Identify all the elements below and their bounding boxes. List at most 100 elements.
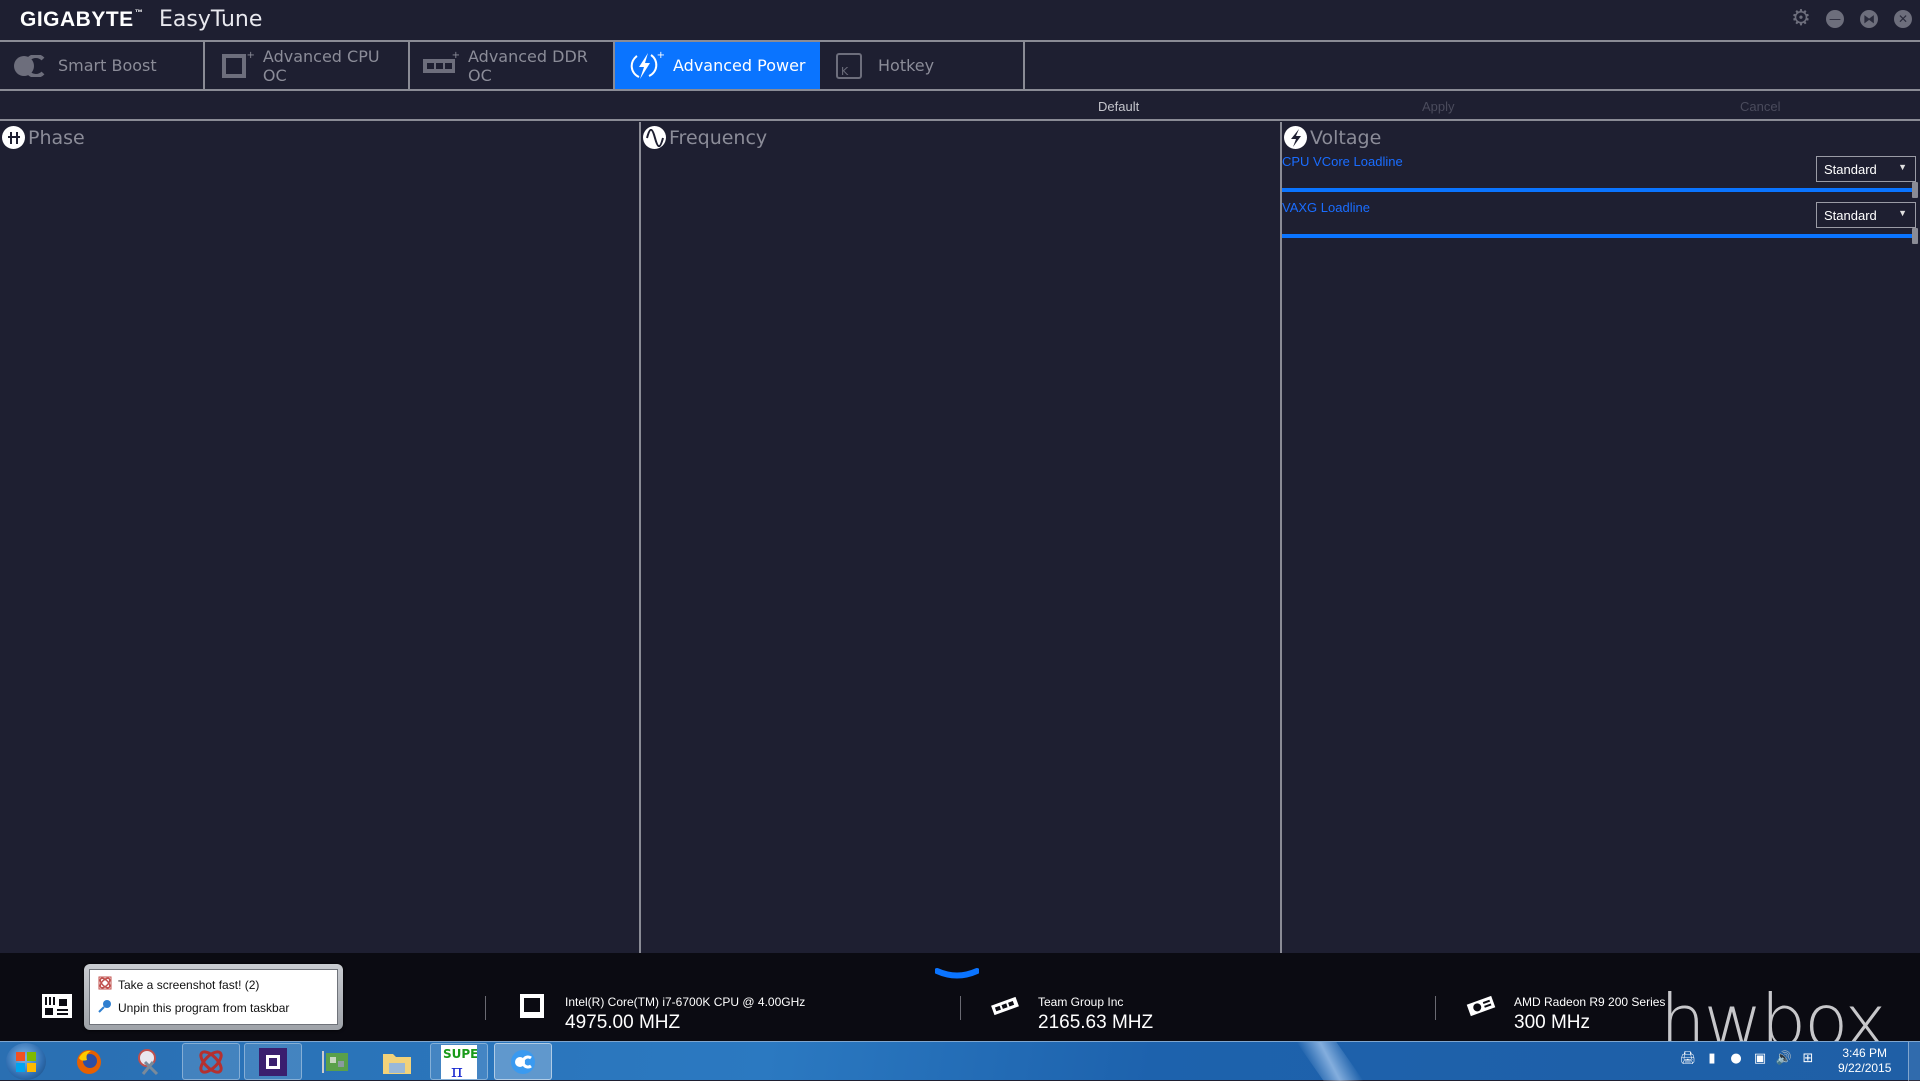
- cpu-z-icon: [259, 1047, 287, 1076]
- smart-boost-icon: [12, 52, 46, 80]
- jumplist-item-label: Take a screenshot fast! (2): [118, 977, 260, 992]
- jumplist-body: Take a screenshot fast! (2) Unpin this p…: [89, 969, 338, 1025]
- dropdown-value: Standard: [1824, 208, 1877, 223]
- minimize-icon: —: [1829, 12, 1841, 26]
- separator: [1435, 996, 1436, 1020]
- network-icon[interactable]: ▣: [1752, 1050, 1768, 1066]
- frequency-panel: Frequency: [641, 122, 1280, 953]
- windows-logo-icon: [16, 1051, 36, 1072]
- volume-icon[interactable]: 🔊: [1776, 1050, 1792, 1066]
- window-controls: ⚙ — ⧓ ✕: [1791, 6, 1912, 31]
- cpu-icon: +: [217, 50, 255, 80]
- close-icon: ✕: [1897, 12, 1909, 26]
- motherboard-icon: [42, 993, 72, 1019]
- gear-icon: ⚙: [1791, 6, 1811, 31]
- phase-title: Phase: [28, 126, 85, 149]
- taskbar-jumplist: Take a screenshot fast! (2) Unpin this p…: [84, 964, 343, 1030]
- memory-vendor: Team Group Inc: [1038, 995, 1124, 1009]
- slider-thumb[interactable]: [1912, 182, 1918, 198]
- tab-smart-boost[interactable]: Smart Boost: [0, 42, 205, 89]
- taskbar-gpu-tool[interactable]: [306, 1043, 364, 1080]
- slider-thumb[interactable]: [1912, 228, 1918, 244]
- clock-time: 3:46 PM: [1842, 1046, 1888, 1060]
- phase-icon: [2, 126, 25, 149]
- tab-advanced-cpu-oc[interactable]: + Advanced CPU OC: [205, 42, 410, 89]
- memory-icon: [990, 993, 1020, 1019]
- usb-device-icon[interactable]: ▮: [1704, 1050, 1720, 1066]
- svg-text:K: K: [841, 65, 849, 78]
- settings-button[interactable]: ⚙: [1791, 6, 1811, 31]
- firefox-icon: [77, 1049, 101, 1074]
- taskbar-super-pi[interactable]: SUPERπ: [430, 1043, 488, 1080]
- taskbar-file-explorer[interactable]: [368, 1043, 426, 1080]
- voltage-header: Voltage: [1284, 126, 1381, 149]
- show-desktop-button[interactable]: [1908, 1042, 1920, 1081]
- start-button[interactable]: [6, 1043, 46, 1080]
- collapse-handle[interactable]: [934, 965, 980, 979]
- taskbar-snipping-tool[interactable]: [120, 1043, 178, 1080]
- taskbar-screenshot-tool[interactable]: [182, 1043, 240, 1080]
- phase-panel: Phase: [0, 122, 639, 953]
- graphics-card-icon: [1466, 993, 1496, 1019]
- cpu-icon: [517, 993, 547, 1019]
- plus-icon: +: [656, 49, 665, 61]
- bluetooth-icon[interactable]: ●: [1728, 1050, 1744, 1066]
- memory-frequency: 2165.63 MHZ: [1038, 1012, 1154, 1033]
- default-button[interactable]: Default: [1098, 99, 1139, 114]
- cancel-button[interactable]: Cancel: [1740, 99, 1780, 114]
- taskbar-easytune[interactable]: [494, 1043, 552, 1080]
- windows-taskbar: SUPERπ 🖨 ▮ ● ▣ 🔊 ⊞ 3:46 PM 9/22/2015: [0, 1041, 1920, 1081]
- tab-label: Advanced DDR OC: [468, 46, 588, 85]
- memory-icon: +: [422, 50, 460, 80]
- separator: [960, 996, 961, 1020]
- unpin-icon: [98, 999, 112, 1016]
- dropdown-value: Standard: [1824, 162, 1877, 177]
- phase-header: Phase: [2, 126, 85, 149]
- separator: [485, 996, 486, 1020]
- super-pi-icon: SUPERπ: [441, 1044, 477, 1079]
- tab-label: Advanced Power: [673, 56, 806, 75]
- plus-icon: +: [246, 49, 255, 61]
- gpu-frequency: 300 MHz: [1514, 1012, 1591, 1033]
- system-clock[interactable]: 3:46 PM 9/22/2015: [1838, 1046, 1891, 1076]
- easytune-icon: [511, 1049, 535, 1074]
- apply-button[interactable]: Apply: [1422, 99, 1455, 114]
- voltage-title: Voltage: [1310, 126, 1382, 149]
- restore-icon: ⧓: [1863, 12, 1875, 26]
- jumplist-item-open-app[interactable]: Take a screenshot fast! (2): [98, 973, 329, 996]
- close-button[interactable]: ✕: [1894, 10, 1912, 28]
- memory-info: Team Group Inc 2165.63 MHZ: [990, 985, 1153, 1033]
- cpu-vcore-loadline-slider[interactable]: [1282, 182, 1920, 198]
- action-bar: Default Apply Cancel: [0, 93, 1920, 121]
- taskbar-cpu-z[interactable]: [244, 1043, 302, 1080]
- screenshot-app-icon: [98, 976, 112, 993]
- caret-down-icon: ▼: [1898, 162, 1907, 172]
- action-center-icon[interactable]: ⊞: [1800, 1050, 1816, 1066]
- jumplist-item-unpin[interactable]: Unpin this program from taskbar: [98, 996, 329, 1019]
- restore-button[interactable]: ⧓: [1860, 10, 1878, 28]
- tab-advanced-ddr-oc[interactable]: + Advanced DDR OC: [410, 42, 615, 89]
- setting-label: CPU VCore Loadline: [1282, 154, 1403, 169]
- cpu-vcore-loadline-dropdown[interactable]: Standard ▼: [1816, 156, 1916, 182]
- setting-label: VAXG Loadline: [1282, 200, 1370, 215]
- cpu-frequency: 4975.00 MHZ: [565, 1012, 681, 1033]
- frequency-title: Frequency: [669, 126, 768, 149]
- vaxg-loadline-slider[interactable]: [1282, 228, 1920, 244]
- easytune-window: GIGABYTE™ EasyTune ⚙ — ⧓ ✕ Smart Boost +…: [0, 0, 1920, 953]
- cpu-text: Intel(R) Core(TM) i7-6700K CPU @ 4.00GHz…: [565, 995, 805, 1034]
- minimize-button[interactable]: —: [1826, 10, 1844, 28]
- lightning-icon: +: [627, 50, 665, 80]
- vaxg-loadline-dropdown[interactable]: Standard ▼: [1816, 202, 1916, 228]
- caret-down-icon: ▼: [1898, 208, 1907, 218]
- jumplist-item-label: Unpin this program from taskbar: [118, 1000, 290, 1015]
- tab-hotkey[interactable]: K Hotkey: [820, 42, 1025, 89]
- taskbar-glare: [1296, 1042, 1364, 1081]
- brand-text: GIGABYTE: [20, 8, 134, 31]
- folder-icon: [383, 1053, 411, 1074]
- tab-advanced-power[interactable]: + Advanced Power: [615, 42, 820, 89]
- motherboard-info: [42, 985, 72, 1019]
- taskbar-firefox[interactable]: [60, 1043, 118, 1080]
- svg-text:π: π: [451, 1061, 463, 1079]
- printer-icon[interactable]: 🖨: [1680, 1050, 1697, 1066]
- memory-text: Team Group Inc 2165.63 MHZ: [1038, 995, 1153, 1034]
